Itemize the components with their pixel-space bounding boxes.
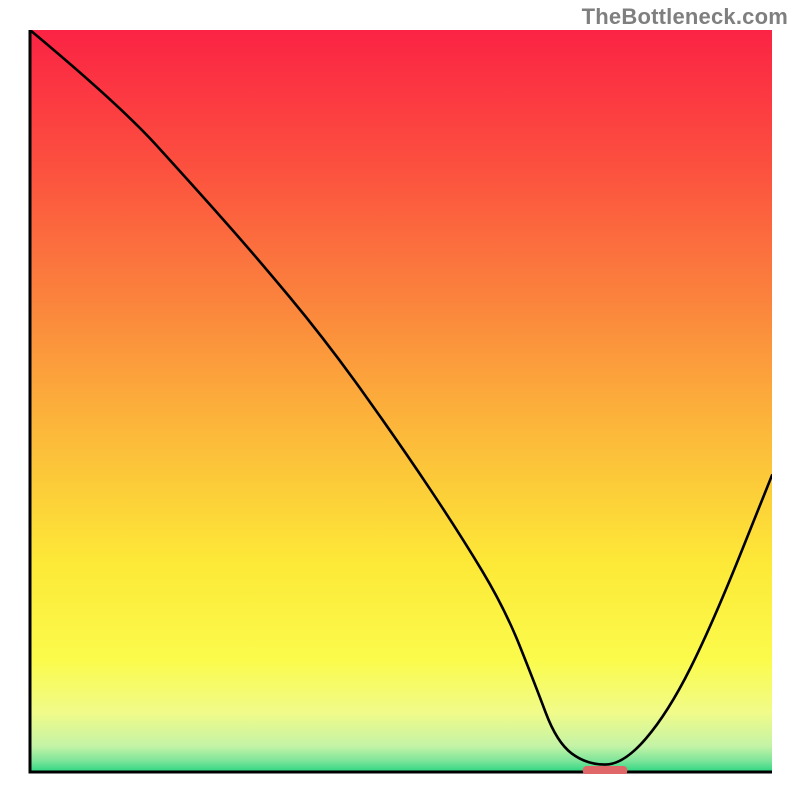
chart-panel <box>28 30 772 774</box>
background-gradient <box>30 30 772 772</box>
chart-svg <box>28 30 772 774</box>
min-marker <box>583 766 628 774</box>
watermark-text: TheBottleneck.com <box>582 4 788 30</box>
chart-root: TheBottleneck.com <box>0 0 800 800</box>
